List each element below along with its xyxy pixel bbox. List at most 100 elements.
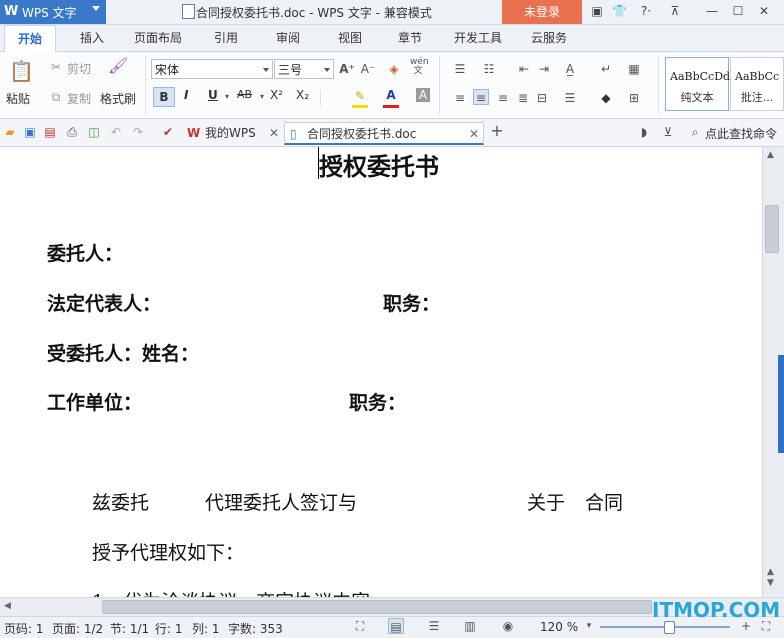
tab-insert[interactable]: 插入 <box>70 25 114 51</box>
font-color-icon[interactable]: A <box>383 87 399 103</box>
format-painter-button[interactable]: 格式刷 <box>100 90 136 107</box>
font-size-select[interactable]: 三号 <box>274 59 334 79</box>
doc-tab-active[interactable]: ▯ 合同授权委托书.doc ✕ <box>284 122 484 145</box>
vertical-scroll-thumb[interactable] <box>765 205 779 253</box>
help-icon[interactable]: ?· <box>636 4 656 18</box>
shading-icon[interactable]: ◆ <box>598 90 614 106</box>
style-plain-text[interactable]: AaBbCcDd 纯文本 <box>665 57 730 111</box>
save-icon[interactable]: ▣ <box>22 124 38 140</box>
italic-button[interactable]: I <box>184 88 188 102</box>
table-icon[interactable]: ▦ <box>626 61 642 77</box>
font-name-select[interactable]: 宋体 <box>151 59 273 79</box>
close-tab-icon[interactable]: ✕ <box>469 123 479 146</box>
scroll-up-icon[interactable]: ▲ <box>767 150 774 160</box>
next-page-icon[interactable]: ▼ <box>767 578 774 588</box>
full-screen-icon[interactable]: ⛶ <box>352 618 368 634</box>
shirt-icon[interactable]: 👕 <box>612 4 627 18</box>
grow-font-icon[interactable]: A⁺ <box>339 61 355 77</box>
copy-icon[interactable]: ⧉ <box>48 89 64 105</box>
command-search[interactable]: 点此查找命令 <box>705 125 777 142</box>
status-word-count[interactable]: 字数: 353 <box>228 620 283 637</box>
export-pdf-icon[interactable]: ▤ <box>42 124 58 140</box>
cut-button[interactable]: 剪切 <box>67 60 91 77</box>
paste-icon[interactable]: 📋 <box>9 58 34 84</box>
show-marks-icon[interactable]: ↵ <box>598 61 614 77</box>
borders-icon[interactable]: ⊞ <box>626 90 642 106</box>
print-preview-icon[interactable]: ◫ <box>86 124 102 140</box>
status-pages[interactable]: 页面: 1/2 <box>52 620 103 637</box>
close-tab-icon[interactable]: ✕ <box>269 122 279 145</box>
tab-developer[interactable]: 开发工具 <box>448 25 508 51</box>
numbered-list-icon[interactable]: ☷ <box>481 61 497 77</box>
tab-review[interactable]: 审阅 <box>266 25 310 51</box>
subscript-button[interactable]: X₂ <box>296 88 309 102</box>
line-spacing-icon[interactable]: ☰ <box>562 90 578 106</box>
increase-indent-icon[interactable]: ⇥ <box>536 61 552 77</box>
status-section[interactable]: 节: 1/1 <box>110 620 149 637</box>
app-menu-button[interactable]: W WPS 文字 <box>0 0 106 24</box>
new-tab-icon[interactable]: + <box>489 123 505 139</box>
format-painter-icon[interactable]: 🖌 <box>108 58 128 80</box>
highlight-icon[interactable]: ✎ <box>352 88 368 104</box>
scissors-icon[interactable]: ✂ <box>48 59 64 75</box>
minimize-icon[interactable]: — <box>705 4 719 18</box>
underline-button[interactable]: U <box>208 88 218 102</box>
minimize-ribbon-icon[interactable]: ⊼ <box>668 4 682 18</box>
status-row[interactable]: 行: 1 <box>155 620 183 637</box>
tab-page-layout[interactable]: 页面布局 <box>128 25 188 51</box>
chevron-down-icon[interactable]: ▾ <box>254 89 270 105</box>
doc-helper-icon[interactable]: ◗ <box>636 124 652 140</box>
side-panel-tab[interactable] <box>778 355 784 453</box>
clear-format-icon[interactable]: ◈ <box>386 61 402 77</box>
undo-icon[interactable]: ↶ <box>108 124 124 140</box>
chevron-down-icon[interactable]: ▾ <box>581 618 597 634</box>
print-icon[interactable]: ⎙ <box>64 124 80 140</box>
text-direction-icon[interactable]: A̲ <box>562 61 578 77</box>
status-page-number[interactable]: 页码: 1 <box>4 620 44 637</box>
phonetic-guide-icon[interactable]: wén 文 <box>410 58 429 76</box>
doc-tab-my-wps[interactable]: W 我的WPS ✕ <box>183 122 283 145</box>
skin-icon[interactable]: ▣ <box>590 4 604 18</box>
copy-button[interactable]: 复制 <box>67 90 91 107</box>
customize-toolbar-icon[interactable]: ✔ <box>160 124 176 140</box>
tab-chapter[interactable]: 章节 <box>388 25 432 51</box>
paste-button[interactable]: 粘贴 <box>6 90 30 107</box>
collapse-icon[interactable]: ⊻ <box>660 124 676 140</box>
distribute-icon[interactable]: ⊟ <box>534 90 550 106</box>
horizontal-scroll-thumb[interactable] <box>102 600 652 614</box>
bullet-list-icon[interactable]: ☰ <box>452 61 468 77</box>
close-icon[interactable]: ✕ <box>757 4 771 18</box>
prev-page-icon[interactable]: ▲ <box>767 567 774 577</box>
align-right-icon[interactable]: ≡ <box>495 90 511 106</box>
zoom-level[interactable]: 120 % <box>540 620 578 634</box>
superscript-button[interactable]: X² <box>270 88 283 102</box>
bold-button[interactable]: B <box>153 87 175 107</box>
tab-references[interactable]: 引用 <box>204 25 248 51</box>
chevron-down-icon[interactable]: ▾ <box>219 89 235 105</box>
tab-view[interactable]: 视图 <box>328 25 372 51</box>
tab-cloud[interactable]: 云服务 <box>522 25 576 51</box>
align-left-icon[interactable]: ≡ <box>452 90 468 106</box>
decrease-indent-icon[interactable]: ⇤ <box>516 61 532 77</box>
outline-view-icon[interactable]: ☰ <box>426 618 442 634</box>
style-comment[interactable]: AaBbCc 批注... <box>730 57 784 111</box>
align-center-icon[interactable]: ≡ <box>473 89 489 105</box>
reading-view-icon[interactable]: ▥ <box>462 618 478 634</box>
char-shading-icon[interactable]: A <box>416 88 430 102</box>
status-col[interactable]: 列: 1 <box>192 620 220 637</box>
justify-icon[interactable]: ≣ <box>515 90 531 106</box>
zoom-slider-handle[interactable] <box>664 621 675 634</box>
font-name-value: 宋体 <box>155 63 180 77</box>
strikethrough-button[interactable]: AB <box>237 88 252 101</box>
shrink-font-icon[interactable]: A⁻ <box>360 61 376 77</box>
tab-home[interactable]: 开始 <box>4 25 56 53</box>
redo-icon[interactable]: ↷ <box>130 124 146 140</box>
open-folder-icon[interactable]: ▰ <box>2 124 18 140</box>
web-view-icon[interactable]: ◉ <box>500 618 516 634</box>
maximize-icon[interactable]: ☐ <box>731 4 745 18</box>
page-view-icon[interactable]: ▤ <box>388 618 404 634</box>
login-button[interactable]: 未登录 <box>502 0 582 24</box>
document-canvas[interactable]: 授权委托书 委托人： 法定代表人： 职务： 受委托人：姓名： 工作单位： 职务：… <box>0 147 762 597</box>
search-icon[interactable]: ⌕ <box>687 124 703 140</box>
scroll-left-icon[interactable]: ◀ <box>4 601 11 611</box>
